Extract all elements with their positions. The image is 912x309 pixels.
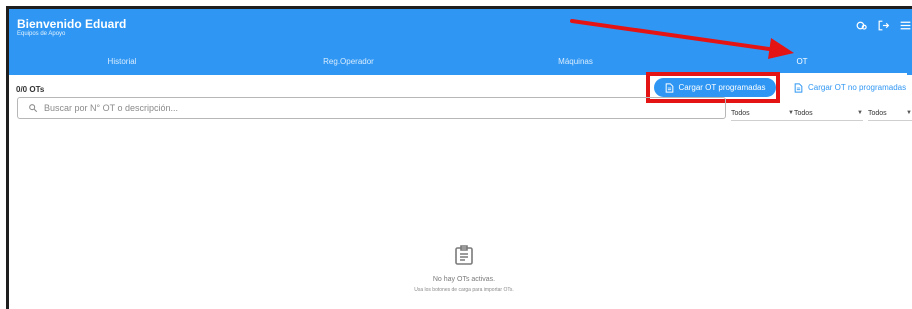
load-unprogrammed-ot-label: Cargar OT no programadas	[808, 83, 907, 92]
chevron-down-icon: ▼	[906, 110, 912, 116]
filter-select-2[interactable]: Todos ▼	[794, 107, 863, 121]
search-field[interactable]: Buscar por N° OT o descripción...	[17, 97, 726, 119]
filter-underline	[794, 120, 863, 121]
chevron-down-icon: ▼	[857, 110, 863, 116]
logout-icon[interactable]	[877, 19, 890, 32]
settings-icon[interactable]	[855, 19, 868, 32]
filter-underline	[731, 120, 794, 121]
document-icon	[794, 82, 803, 93]
tab-reg-operador[interactable]: Reg.Operador	[235, 49, 462, 75]
filter-select-3[interactable]: Todos ▼	[868, 107, 912, 121]
tab-historial[interactable]: Historial	[9, 49, 235, 75]
filter-select-1[interactable]: Todos ▼	[731, 107, 794, 121]
load-unprogrammed-ot-button[interactable]: Cargar OT no programadas	[790, 78, 908, 97]
app-window: Bienvenido Eduard Equipos de Apoyo Histo…	[6, 6, 912, 309]
empty-state-title: No hay OTs activas.	[432, 276, 496, 283]
empty-state: No hay OTs activas. Usa los botones de c…	[334, 244, 594, 293]
ot-count: 0/0 OTs	[16, 85, 45, 94]
app-subtitle: Equipos de Apoyo	[17, 31, 66, 37]
filter-value: Todos	[731, 109, 750, 117]
search-placeholder: Buscar por N° OT o descripción...	[44, 103, 178, 113]
filter-value: Todos	[868, 109, 887, 117]
menu-icon[interactable]	[899, 19, 912, 32]
filter-underline	[868, 120, 912, 121]
filter-value: Todos	[794, 109, 813, 117]
header-actions	[855, 19, 912, 32]
search-icon	[29, 104, 38, 113]
empty-state-subtitle: Usa los botones de carga para importar O…	[414, 287, 514, 293]
clipboard-icon	[453, 244, 475, 266]
app-header: Bienvenido Eduard Equipos de Apoyo Histo…	[9, 9, 912, 75]
app-title: Bienvenido Eduard	[17, 17, 127, 31]
